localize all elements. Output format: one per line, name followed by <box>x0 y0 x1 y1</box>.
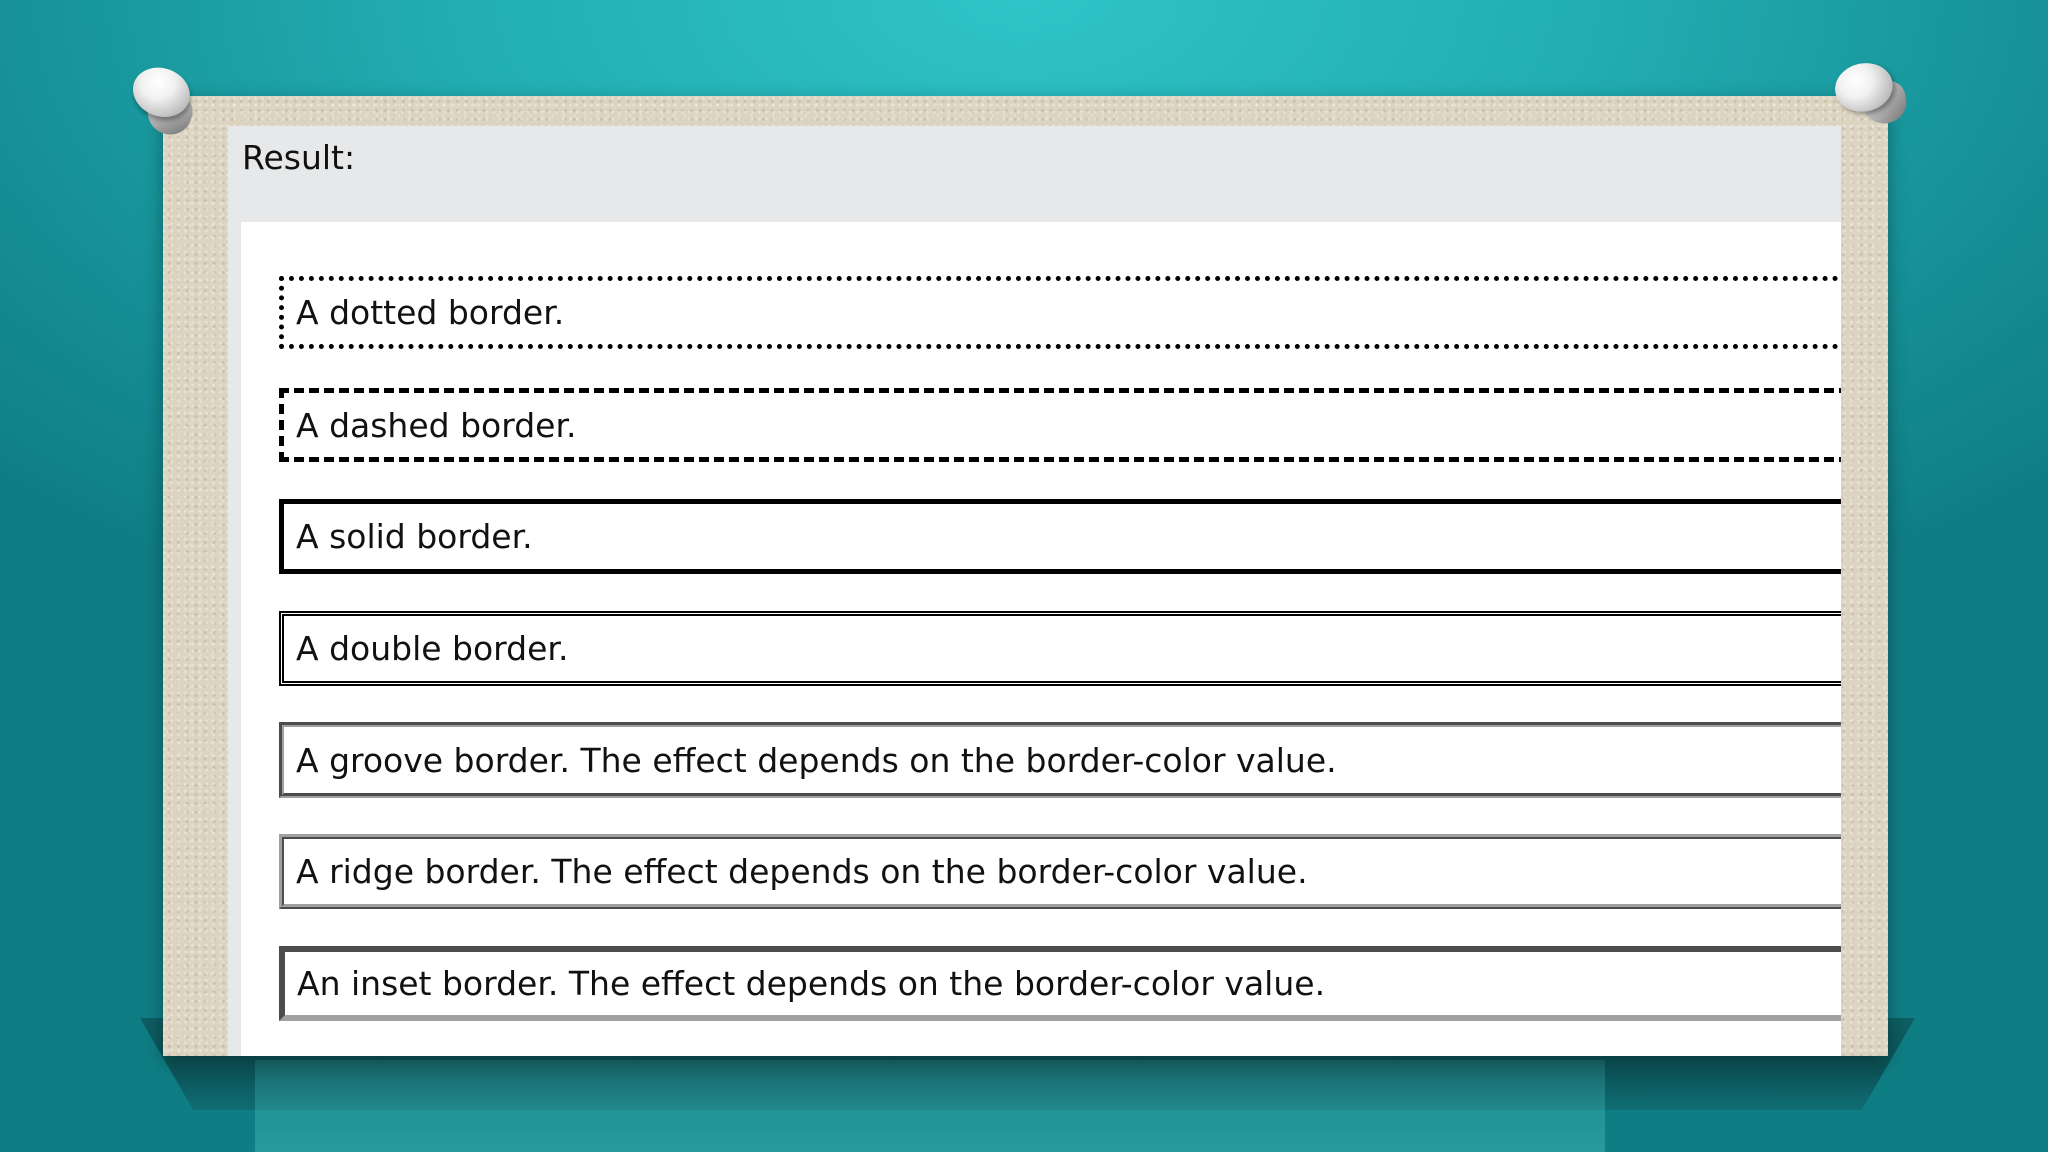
ridge-border-box: A ridge border. The effect depends on th… <box>279 834 1841 909</box>
solid-border-text: A solid border. <box>296 517 533 556</box>
inset-border-text: An inset border. The effect depends on t… <box>297 964 1326 1003</box>
result-heading: Result: <box>242 138 356 177</box>
result-content: A dotted border. A dashed border. A soli… <box>241 222 1841 1056</box>
dotted-border-text: A dotted border. <box>296 293 565 332</box>
solid-border-box: A solid border. <box>279 499 1841 574</box>
ridge-border-text: A ridge border. The effect depends on th… <box>296 852 1308 891</box>
pushpin-icon <box>1830 55 1912 128</box>
result-panel: Result: A dotted border. A dashed border… <box>228 126 1841 1056</box>
dashed-border-text: A dashed border. <box>296 405 577 445</box>
inset-border-box: An inset border. The effect depends on t… <box>279 946 1841 1021</box>
dotted-border-box: A dotted border. <box>279 276 1841 349</box>
dashed-border-box: A dashed border. <box>279 388 1841 462</box>
groove-border-text: A groove border. The effect depends on t… <box>296 740 1337 780</box>
double-border-box: A double border. <box>279 611 1841 686</box>
groove-border-box: A groove border. The effect depends on t… <box>279 722 1841 798</box>
double-border-text: A double border. <box>296 629 569 668</box>
floor-glow <box>255 1060 1605 1152</box>
